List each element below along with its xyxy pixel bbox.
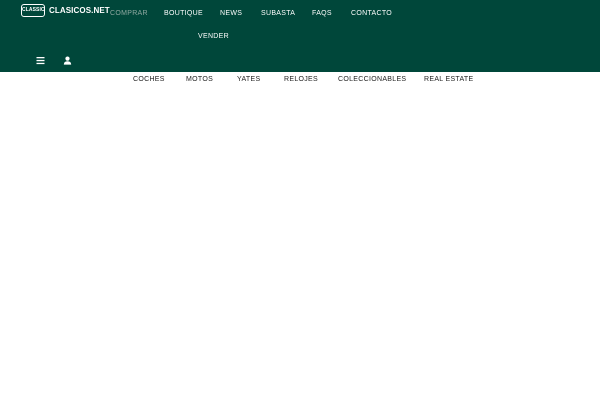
top-header: CLASSIC CLASICOS.NET COMPRAR BOUTIQUE NE… [0,0,600,72]
nav-news[interactable]: NEWS [220,10,242,17]
nav-boutique[interactable]: BOUTIQUE [164,10,203,17]
category-yates[interactable]: YATES [237,76,260,83]
nav-faqs[interactable]: FAQS [312,10,332,17]
logo-wordmark: CLASICOS.NET [49,5,110,15]
hamburger-menu-icon[interactable] [36,56,45,65]
logo-badge: CLASSIC [21,3,45,17]
category-real-estate[interactable]: REAL ESTATE [424,76,473,83]
site-logo[interactable]: CLASSIC CLASICOS.NET [21,3,110,17]
user-icon[interactable] [63,56,72,65]
nav-vender[interactable]: VENDER [198,33,229,40]
category-motos[interactable]: MOTOS [186,76,213,83]
nav-subasta[interactable]: SUBASTA [261,10,295,17]
nav-comprar[interactable]: COMPRAR [110,10,148,17]
category-coches[interactable]: COCHES [133,76,165,83]
nav-contacto[interactable]: CONTACTO [351,10,392,17]
category-coleccionables[interactable]: COLECCIONABLES [338,76,406,83]
category-relojes[interactable]: RELOJES [284,76,318,83]
